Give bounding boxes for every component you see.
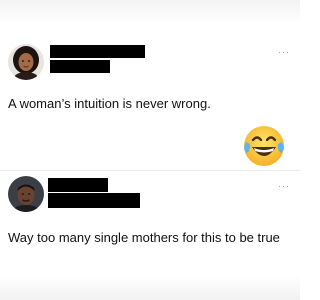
- avatar-man-image: [8, 176, 44, 212]
- redacted-display-name: [50, 45, 145, 58]
- post-text: A woman’s intuition is never wrong.: [8, 96, 211, 111]
- avatar-woman-image: [8, 44, 44, 80]
- screenshot-frame: ··· A woman’s intuition is never wrong.: [0, 0, 300, 300]
- face-with-tears-of-joy-icon: [240, 122, 288, 170]
- redacted-display-name: [48, 178, 108, 192]
- avatar-man[interactable]: [8, 176, 44, 212]
- more-options-icon[interactable]: ···: [278, 182, 290, 191]
- avatar-woman[interactable]: [8, 44, 44, 80]
- post-text: Way too many single mothers for this to …: [8, 230, 280, 245]
- more-options-icon[interactable]: ···: [278, 48, 290, 57]
- redacted-username: [48, 193, 140, 208]
- post-divider: [0, 170, 300, 171]
- redacted-username: [50, 60, 110, 73]
